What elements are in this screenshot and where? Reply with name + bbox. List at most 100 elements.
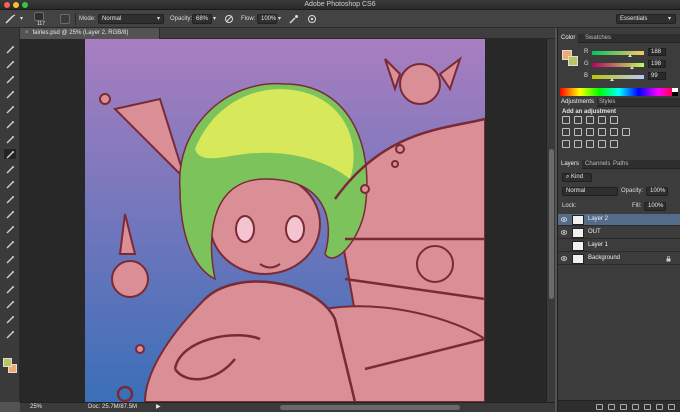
document-tab[interactable]: × fairies.psd @ 25% (Layer 2, RGB/8) (20, 28, 160, 39)
vertical-scrollbar[interactable] (546, 39, 555, 402)
rectangle-tool-icon[interactable] (4, 299, 16, 309)
tab-paths[interactable]: Paths (610, 160, 631, 169)
new-layer-icon[interactable] (656, 404, 663, 410)
tab-styles[interactable]: Styles (596, 98, 618, 107)
visibility-toggle-empty[interactable] (561, 243, 567, 248)
foreground-color-swatch[interactable] (3, 358, 12, 367)
layer-mask-icon[interactable] (620, 404, 627, 410)
blend-mode-select[interactable]: Normal (562, 187, 618, 196)
lasso-tool-icon[interactable] (4, 74, 16, 84)
status-menu-arrow[interactable]: ▶ (156, 403, 161, 412)
slider-knob-icon[interactable] (610, 78, 615, 81)
zoom-tool-icon[interactable] (4, 329, 16, 339)
eye-icon[interactable] (561, 230, 567, 235)
tab-layers[interactable]: Layers (558, 160, 583, 169)
channel-value-field[interactable]: 99 (648, 72, 666, 80)
black-white-icon[interactable] (586, 128, 594, 136)
tab-swatches[interactable]: Swatches (582, 34, 614, 43)
layer-row[interactable]: Layer 1 (558, 240, 680, 252)
brush-picker-caret[interactable]: ▾ (20, 14, 23, 24)
link-layers-icon[interactable] (596, 404, 603, 410)
gradient-tool-icon[interactable] (4, 209, 16, 219)
channel-ramp[interactable] (592, 51, 644, 55)
scroll-thumb[interactable] (549, 149, 554, 299)
tab-color[interactable]: Color (558, 34, 579, 43)
pressure-size-icon[interactable] (307, 14, 317, 24)
channel-slider-r[interactable]: R 188 (584, 48, 678, 57)
posterize-icon[interactable] (574, 140, 582, 148)
path-select-tool-icon[interactable] (4, 284, 16, 294)
fx-icon[interactable] (608, 404, 615, 410)
pen-tool-icon[interactable] (4, 254, 16, 264)
dodge-tool-icon[interactable] (4, 239, 16, 249)
history-brush-tool-icon[interactable] (4, 179, 16, 189)
brush-tool-preset-icon[interactable] (4, 14, 18, 24)
channel-ramp[interactable] (592, 75, 644, 79)
pressure-opacity-icon[interactable] (224, 14, 234, 24)
levels-icon[interactable] (574, 116, 582, 124)
brush-tool-icon[interactable] (4, 149, 16, 159)
close-icon[interactable]: × (25, 30, 29, 36)
flow-caret[interactable]: ▾ (278, 14, 281, 24)
canvas-area[interactable] (20, 39, 555, 402)
brush-panel-toggle-icon[interactable] (60, 14, 70, 24)
eye-icon[interactable] (561, 256, 567, 261)
trash-icon[interactable] (668, 404, 675, 410)
color-lookup-icon[interactable] (622, 128, 630, 136)
type-tool-icon[interactable] (4, 269, 16, 279)
layers-opacity-field[interactable]: 100% (646, 187, 668, 196)
move-tool-icon[interactable] (4, 44, 16, 54)
black-white-ramp[interactable] (672, 88, 678, 96)
background-color-swatch[interactable] (568, 56, 578, 66)
layer-row[interactable]: OUT (558, 227, 680, 239)
opacity-field[interactable]: 68% (192, 14, 212, 24)
hue-saturation-icon[interactable] (562, 128, 570, 136)
flow-field[interactable]: 100% (257, 14, 277, 24)
fill-field[interactable]: 100% (644, 202, 666, 211)
channel-slider-g[interactable]: G 198 (584, 60, 678, 69)
invert-icon[interactable] (562, 140, 570, 148)
photo-filter-icon[interactable] (598, 128, 606, 136)
clone-stamp-tool-icon[interactable] (4, 164, 16, 174)
layer-row[interactable]: Background (558, 253, 680, 265)
airbrush-icon[interactable] (289, 14, 299, 24)
mode-select[interactable]: Normal (98, 14, 164, 24)
channel-slider-b[interactable]: B 99 (584, 72, 678, 81)
brush-preview-icon[interactable] (34, 12, 44, 21)
channel-ramp[interactable] (592, 63, 644, 67)
layer-filter-kind-select[interactable]: ⌕ Kind (562, 173, 592, 182)
color-balance-icon[interactable] (574, 128, 582, 136)
tab-channels[interactable]: Channels (582, 160, 613, 169)
horizontal-scroll-thumb[interactable] (280, 405, 460, 410)
blur-tool-icon[interactable] (4, 224, 16, 234)
color-spectrum-bar[interactable] (560, 88, 678, 96)
workspace-select[interactable]: Essentials (616, 14, 676, 24)
selective-color-icon[interactable] (610, 140, 618, 148)
group-icon[interactable] (644, 404, 651, 410)
channel-value-field[interactable]: 198 (648, 60, 666, 68)
healing-brush-tool-icon[interactable] (4, 134, 16, 144)
gradient-map-icon[interactable] (598, 140, 606, 148)
eyedropper-tool-icon[interactable] (4, 119, 16, 129)
exposure-icon[interactable] (598, 116, 606, 124)
slider-knob-icon[interactable] (630, 66, 635, 69)
artwork-canvas[interactable] (85, 39, 485, 402)
quick-select-tool-icon[interactable] (4, 89, 16, 99)
channel-value-field[interactable]: 188 (648, 48, 666, 56)
layer-row[interactable]: Layer 2 (558, 214, 680, 226)
eye-icon[interactable] (561, 217, 567, 222)
vibrance-icon[interactable] (610, 116, 618, 124)
opacity-caret[interactable]: ▾ (213, 14, 216, 24)
crop-tool-icon[interactable] (4, 104, 16, 114)
curves-icon[interactable] (586, 116, 594, 124)
tab-adjustments[interactable]: Adjustments (558, 98, 598, 107)
channel-mixer-icon[interactable] (610, 128, 618, 136)
hand-tool-icon[interactable] (4, 314, 16, 324)
slider-knob-icon[interactable] (628, 54, 633, 57)
zoom-level[interactable]: 25% (30, 403, 42, 412)
threshold-icon[interactable] (586, 140, 594, 148)
eraser-tool-icon[interactable] (4, 194, 16, 204)
adjustment-layer-icon[interactable] (632, 404, 639, 410)
brightness-contrast-icon[interactable] (562, 116, 570, 124)
marquee-tool-icon[interactable] (4, 59, 16, 69)
